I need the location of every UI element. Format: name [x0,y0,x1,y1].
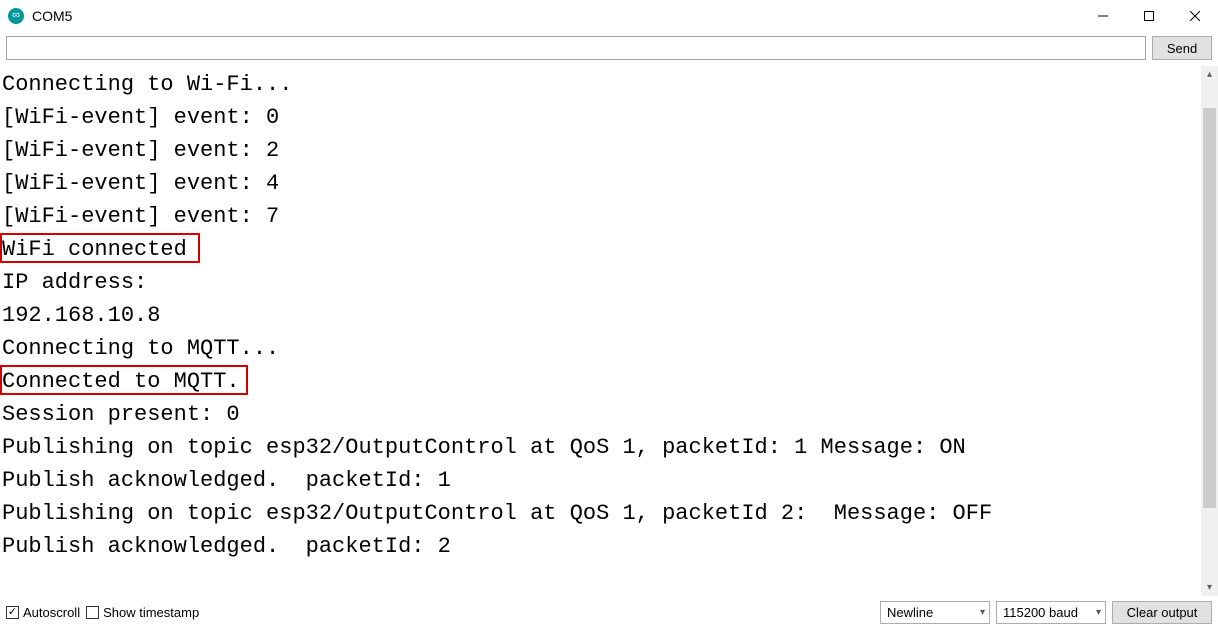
vertical-scrollbar[interactable]: ▴ ▾ [1201,66,1218,596]
serial-output[interactable]: Connecting to Wi-Fi... [WiFi-event] even… [0,66,1198,596]
line-ending-select[interactable]: Newline ▾ [880,601,990,624]
timestamp-label: Show timestamp [103,605,199,620]
footer-bar: ✓ Autoscroll Show timestamp Newline ▾ 11… [0,596,1218,628]
maximize-button[interactable] [1126,0,1172,32]
autoscroll-checkbox[interactable]: ✓ Autoscroll [6,605,80,620]
baud-select[interactable]: 115200 baud ▾ [996,601,1106,624]
checkbox-icon [86,606,99,619]
titlebar: COM5 [0,0,1218,32]
scroll-up-icon[interactable]: ▴ [1201,66,1218,83]
chevron-down-icon: ▾ [1096,607,1101,618]
timestamp-checkbox[interactable]: Show timestamp [86,605,199,620]
close-button[interactable] [1172,0,1218,32]
checkbox-icon: ✓ [6,606,19,619]
output-container: Connecting to Wi-Fi... [WiFi-event] even… [0,66,1218,596]
input-row: Send [0,32,1218,66]
clear-output-button[interactable]: Clear output [1112,601,1212,624]
scroll-down-icon[interactable]: ▾ [1201,579,1218,596]
send-button[interactable]: Send [1152,36,1212,60]
serial-input[interactable] [6,36,1146,60]
arduino-icon [8,8,24,24]
minimize-button[interactable] [1080,0,1126,32]
autoscroll-label: Autoscroll [23,605,80,620]
baud-value: 115200 baud [1003,605,1078,620]
line-ending-value: Newline [887,605,933,620]
chevron-down-icon: ▾ [980,607,985,618]
window-title: COM5 [32,8,72,24]
scroll-thumb[interactable] [1203,108,1216,508]
window-controls [1080,0,1218,32]
